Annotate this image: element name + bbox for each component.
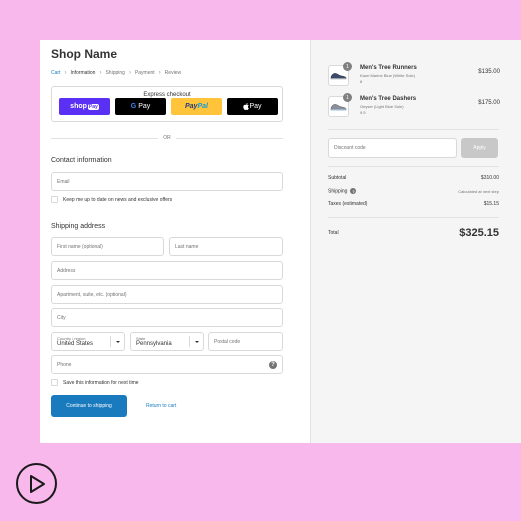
shop-pay-button[interactable]: shop Pay xyxy=(59,98,110,115)
shop-pay-logo-text: shop xyxy=(70,103,87,110)
save-info-label: Save this information for next time xyxy=(63,379,139,386)
help-icon[interactable]: ? xyxy=(350,188,357,194)
item-name: Men's Tree Runners xyxy=(360,65,417,71)
shoe-shape xyxy=(330,73,347,80)
breadcrumb-payment: Payment xyxy=(134,70,155,76)
shop-pay-logo-tag: Pay xyxy=(87,103,99,110)
quantity-badge: 1 xyxy=(343,93,352,102)
play-icon xyxy=(29,474,45,493)
divider xyxy=(328,166,499,167)
quantity-badge: 1 xyxy=(343,62,352,71)
save-info-checkbox[interactable] xyxy=(51,379,58,386)
shipping-address-title: Shipping address xyxy=(51,223,106,230)
breadcrumb: Cart › Information › Shipping › Payment … xyxy=(51,70,181,76)
state-select-value: Pennsylvania xyxy=(136,341,172,347)
shoe-icon xyxy=(330,73,347,80)
apple-pay-label: Pay xyxy=(249,103,262,110)
shoe-icon xyxy=(330,104,347,111)
item-size: 9.5 xyxy=(360,110,366,115)
subtotal-row: Subtotal $310.00 xyxy=(328,175,499,181)
item-variant: Geyser (Light Blue Sole) xyxy=(360,104,404,109)
breadcrumb-review: Review xyxy=(164,70,182,76)
google-pay-button[interactable]: G Pay xyxy=(115,98,166,115)
item-variant: Kauri Marine Blue (White Sole) xyxy=(360,73,415,78)
item-price: $135.00 xyxy=(478,69,500,75)
cart-item: 1 Men's Tree Runners Kauri Marine Blue (… xyxy=(328,62,500,86)
chevron-right-icon: › xyxy=(158,70,161,76)
country-select[interactable]: Country / region United States xyxy=(51,332,125,351)
chevron-right-icon: › xyxy=(64,70,67,76)
order-summary-panel: 1 Men's Tree Runners Kauri Marine Blue (… xyxy=(310,40,521,443)
postal-code-field[interactable]: Postal code xyxy=(208,332,283,351)
save-info-checkbox-row[interactable]: Save this information for next time xyxy=(51,379,139,386)
apartment-field[interactable]: Apartment, suite, etc. (optional) xyxy=(51,285,283,304)
breadcrumb-shipping: Shipping xyxy=(105,70,125,76)
product-thumbnail: 1 xyxy=(328,62,352,86)
total-row: Total $325.15 xyxy=(328,227,499,239)
contact-information-title: Contact information xyxy=(51,157,112,164)
return-to-cart-link[interactable]: Return to cart xyxy=(146,403,176,409)
chevron-down-icon xyxy=(189,336,203,347)
google-g-icon: G xyxy=(130,103,137,110)
express-pay-buttons: shop Pay G Pay Pay Pal Pay xyxy=(59,98,278,115)
taxes-row: Taxes (estimated) $15.15 xyxy=(328,201,499,207)
divider xyxy=(328,129,499,130)
product-thumbnail: 1 xyxy=(328,93,352,117)
discount-code-field[interactable]: Discount code xyxy=(328,138,457,158)
item-name: Men's Tree Dashers xyxy=(360,96,417,102)
email-field[interactable]: Email xyxy=(51,172,283,191)
breadcrumb-cart[interactable]: Cart xyxy=(51,70,60,76)
state-select[interactable]: State Pennsylvania xyxy=(130,332,204,351)
divider xyxy=(328,217,499,218)
breadcrumb-information: Information xyxy=(70,70,96,76)
last-name-field[interactable]: Last name xyxy=(169,237,283,256)
newsletter-checkbox[interactable] xyxy=(51,196,58,203)
newsletter-label: Keep me up to date on news and exclusive… xyxy=(63,196,173,203)
apple-pay-button[interactable]: Pay xyxy=(227,98,278,115)
shipping-label: Shipping xyxy=(328,188,348,195)
shipping-row: Shipping? Calculated at next step xyxy=(328,188,499,195)
shoe-shape xyxy=(330,104,347,111)
paypal-button[interactable]: Pay Pal xyxy=(171,98,222,115)
shipping-value: Calculated at next step xyxy=(458,188,499,194)
checkout-window: Shop Name Cart › Information › Shipping … xyxy=(40,40,521,443)
country-select-value: United States xyxy=(57,341,94,347)
phone-field[interactable]: Phone ? xyxy=(51,355,283,374)
total-value: $325.15 xyxy=(459,227,499,239)
taxes-label: Taxes (estimated) xyxy=(328,201,368,207)
chevron-right-icon: › xyxy=(99,70,102,76)
first-name-field[interactable]: First name (optional) xyxy=(51,237,164,256)
item-size: 8 xyxy=(360,79,363,84)
play-button[interactable] xyxy=(16,463,57,504)
newsletter-checkbox-row[interactable]: Keep me up to date on news and exclusive… xyxy=(51,196,172,203)
google-pay-label: Pay xyxy=(138,103,151,110)
or-divider-label: OR xyxy=(158,135,176,141)
phone-placeholder: Phone xyxy=(57,361,72,368)
shop-name: Shop Name xyxy=(51,47,118,61)
chevron-right-icon: › xyxy=(128,70,131,76)
express-checkout: Express checkout shop Pay G Pay Pay Pal Pay xyxy=(51,86,283,122)
checkout-form-panel: Shop Name Cart › Information › Shipping … xyxy=(40,40,310,443)
cart-item: 1 Men's Tree Dashers Geyser (Light Blue … xyxy=(328,93,500,117)
paypal-logo-pal: Pal xyxy=(197,103,208,110)
subtotal-label: Subtotal xyxy=(328,175,347,181)
help-icon[interactable]: ? xyxy=(269,361,277,369)
apply-discount-button[interactable]: Apply xyxy=(461,138,498,158)
address-field[interactable]: Address xyxy=(51,261,283,280)
continue-to-shipping-button[interactable]: Continue to shipping xyxy=(51,395,127,417)
item-price: $175.00 xyxy=(478,100,500,106)
city-field[interactable]: City xyxy=(51,308,283,327)
paypal-logo-pay: Pay xyxy=(185,103,198,110)
subtotal-value: $310.00 xyxy=(480,175,499,181)
chevron-down-icon xyxy=(110,336,124,347)
total-label: Total xyxy=(328,230,339,236)
taxes-value: $15.15 xyxy=(483,201,499,207)
